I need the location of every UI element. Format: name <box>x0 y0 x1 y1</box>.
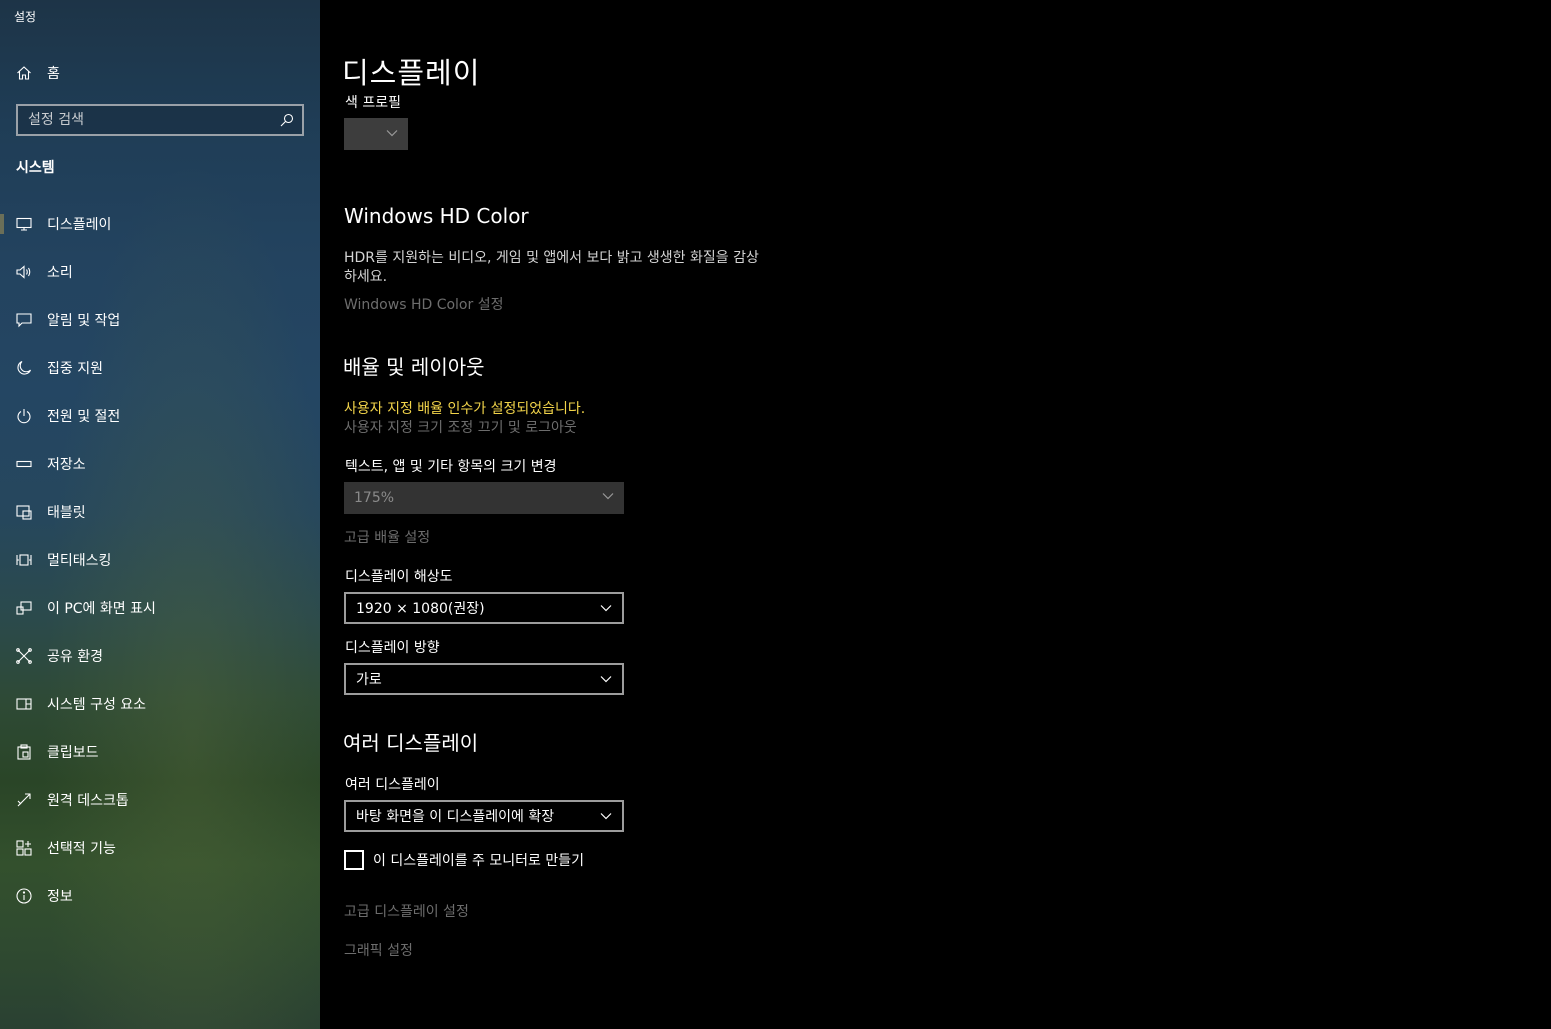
multi-display-dropdown[interactable]: 바탕 화면을 이 디스플레이에 확장 <box>344 800 624 832</box>
sidebar-home[interactable]: 홈 <box>16 62 60 84</box>
resolution-label: 디스플레이 해상도 <box>345 569 453 585</box>
hd-color-settings-link[interactable]: Windows HD Color 설정 <box>344 294 503 314</box>
sidebar-item-label: 이 PC에 화면 표시 <box>47 601 156 617</box>
advanced-display-settings-link[interactable]: 고급 디스플레이 설정 <box>344 901 469 921</box>
resolution-value: 1920 × 1080(권장) <box>356 601 485 617</box>
chevron-down-icon <box>600 676 612 683</box>
page-title: 디스플레이 <box>342 56 481 90</box>
multi-display-heading: 여러 디스플레이 <box>343 731 479 755</box>
multi-display-value: 바탕 화면을 이 디스플레이에 확장 <box>356 809 555 825</box>
chevron-down-icon <box>386 130 398 137</box>
speaker-icon <box>16 264 32 280</box>
power-icon <box>16 408 32 424</box>
section-label-system: 시스템 <box>16 160 55 176</box>
sidebar-item-storage[interactable]: 저장소 <box>0 440 320 488</box>
sidebar-item-tablet[interactable]: 태블릿 <box>0 488 320 536</box>
orientation-label: 디스플레이 방향 <box>345 640 440 656</box>
moon-icon <box>16 360 32 376</box>
custom-scaling-warning: 사용자 지정 배율 인수가 설정되었습니다. <box>344 401 586 417</box>
sidebar-item-label: 클립보드 <box>47 745 99 761</box>
sidebar-item-system-components[interactable]: 시스템 구성 요소 <box>0 680 320 728</box>
sidebar-item-label: 선택적 기능 <box>47 841 116 857</box>
graphics-settings-link[interactable]: 그래픽 설정 <box>344 940 413 960</box>
sidebar-item-label: 멀티태스킹 <box>47 553 112 569</box>
sidebar-item-about[interactable]: 정보 <box>0 872 320 920</box>
info-icon <box>16 888 32 904</box>
sidebar-item-clipboard[interactable]: 클립보드 <box>0 728 320 776</box>
tablet-icon <box>16 504 32 520</box>
resolution-dropdown[interactable]: 1920 × 1080(권장) <box>344 592 624 624</box>
sidebar-item-shared-experiences[interactable]: 공유 환경 <box>0 632 320 680</box>
sidebar-item-label: 집중 지원 <box>47 361 103 377</box>
scale-size-label: 텍스트, 앱 및 기타 항목의 크기 변경 <box>345 459 557 475</box>
sidebar-item-label: 소리 <box>47 265 73 281</box>
chevron-down-icon <box>600 605 612 612</box>
sidebar-item-sound[interactable]: 소리 <box>0 248 320 296</box>
search-box <box>16 104 304 136</box>
sidebar-item-project[interactable]: 이 PC에 화면 표시 <box>0 584 320 632</box>
sidebar-item-remote-desktop[interactable]: 원격 데스크톱 <box>0 776 320 824</box>
sidebar-item-multitasking[interactable]: 멀티태스킹 <box>0 536 320 584</box>
sidebar-item-label: 전원 및 절전 <box>47 409 121 425</box>
home-icon <box>17 66 31 80</box>
sidebar-item-notifications[interactable]: 알림 및 작업 <box>0 296 320 344</box>
orientation-value: 가로 <box>356 672 382 688</box>
hd-color-description-line1: HDR를 지원하는 비디오, 게임 및 앱에서 보다 밝고 생생한 화질을 감상 <box>344 250 759 266</box>
sidebar: 설정 홈 시스템 디스플레이 소리 <box>0 0 320 1029</box>
window-title: 설정 <box>14 10 37 24</box>
scale-size-value: 175% <box>354 490 395 506</box>
sidebar-item-label: 공유 환경 <box>47 649 103 665</box>
custom-scaling-signout-link[interactable]: 사용자 지정 크기 조정 끄기 및 로그아웃 <box>344 417 577 437</box>
optional-features-icon <box>16 840 32 856</box>
main-content: 디스플레이 색 프로필 Windows HD Color HDR를 지원하는 비… <box>320 0 1551 1029</box>
multi-display-label: 여러 디스플레이 <box>345 777 440 793</box>
shared-experiences-icon <box>16 648 32 664</box>
sidebar-nav: 디스플레이 소리 알림 및 작업 집중 지원 전원 및 절전 저장소 태블릿 멀… <box>0 200 320 920</box>
color-profile-label: 색 프로필 <box>345 95 401 111</box>
advanced-scaling-link[interactable]: 고급 배율 설정 <box>344 527 430 547</box>
sidebar-item-power[interactable]: 전원 및 절전 <box>0 392 320 440</box>
chevron-down-icon <box>602 493 614 500</box>
notification-icon <box>16 312 32 328</box>
scale-layout-heading: 배율 및 레이아웃 <box>343 355 485 379</box>
sidebar-item-label: 저장소 <box>47 457 86 473</box>
sidebar-item-label: 태블릿 <box>47 505 86 521</box>
sidebar-item-label: 디스플레이 <box>47 217 112 233</box>
main-monitor-option: 이 디스플레이를 주 모니터로 만들기 <box>344 850 584 870</box>
search-input[interactable] <box>18 112 268 128</box>
multitasking-icon <box>16 552 32 568</box>
hd-color-description-line2: 하세요. <box>344 269 388 285</box>
components-icon <box>16 696 32 712</box>
remote-desktop-icon <box>16 792 32 808</box>
clipboard-icon <box>16 744 32 760</box>
sidebar-item-label: 정보 <box>47 889 73 905</box>
sidebar-item-label: 알림 및 작업 <box>47 313 121 329</box>
hd-color-heading: Windows HD Color <box>344 204 529 228</box>
main-monitor-checkbox-label: 이 디스플레이를 주 모니터로 만들기 <box>373 853 584 869</box>
project-icon <box>16 600 32 616</box>
scale-size-dropdown[interactable]: 175% <box>344 482 624 514</box>
sidebar-item-label: 시스템 구성 요소 <box>47 697 147 713</box>
sidebar-home-label: 홈 <box>47 66 60 82</box>
chevron-down-icon <box>600 813 612 820</box>
orientation-dropdown[interactable]: 가로 <box>344 663 624 695</box>
color-profile-dropdown[interactable] <box>344 118 408 150</box>
main-monitor-checkbox[interactable] <box>344 850 364 870</box>
storage-icon <box>16 456 32 472</box>
search-icon[interactable] <box>280 113 294 127</box>
sidebar-item-focus-assist[interactable]: 집중 지원 <box>0 344 320 392</box>
monitor-icon <box>16 216 32 232</box>
sidebar-item-display[interactable]: 디스플레이 <box>0 200 320 248</box>
sidebar-item-label: 원격 데스크톱 <box>47 793 129 809</box>
sidebar-item-optional-features[interactable]: 선택적 기능 <box>0 824 320 872</box>
